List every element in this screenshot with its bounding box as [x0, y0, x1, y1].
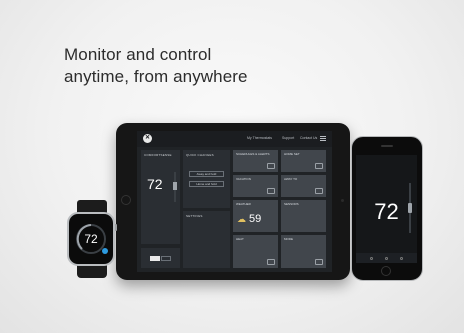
quick-changes-panel: QUICK CHANGES Away and hold Home and hol…: [183, 150, 230, 208]
phone-home-button: [381, 266, 391, 276]
key-icon: [315, 188, 323, 194]
away-and-hold-button[interactable]: Away and hold: [189, 171, 224, 177]
weather-cloud-icon: ☁: [237, 214, 246, 224]
tile-sensors[interactable]: SENSORS: [281, 200, 326, 232]
mode-panel: [141, 248, 180, 268]
watch-screen: 72: [74, 220, 108, 258]
phone-tab-settings-icon[interactable]: [385, 257, 388, 260]
tile-weather[interactable]: WEATHER 59 ☁: [233, 200, 278, 232]
weather-temperature: 59: [249, 213, 262, 225]
tile-label: HEAT: [236, 237, 244, 241]
watch-temperature: 72: [84, 232, 98, 246]
phone-screen: 72: [356, 155, 417, 263]
headline-line-1: Monitor and control: [64, 45, 212, 64]
tablet-home-button: [121, 195, 131, 205]
mode-toggle-on[interactable]: [150, 256, 160, 261]
tile-label: VACATION: [236, 177, 251, 181]
nav-my-thermostats[interactable]: My Thermostats: [247, 136, 272, 140]
nav-contact-us[interactable]: Contact Us: [300, 136, 317, 140]
tile-label: WEATHER: [236, 202, 251, 206]
tile-away-to[interactable]: AWAY TO: [281, 175, 326, 197]
temperature-slider-handle[interactable]: [173, 182, 177, 190]
tablet-screen: ✕ My Thermostats Support Contact Us COMF…: [137, 131, 332, 272]
tile-schedules-alerts[interactable]: SCHEDULES & ALERTS: [233, 150, 278, 172]
alert-icon: [267, 163, 275, 169]
phone-temperature-slider[interactable]: [408, 183, 412, 233]
thermostat-panel-title: COMFORTSENSE: [144, 153, 172, 157]
phone-device: 72: [351, 136, 423, 281]
phone-tab-home-icon[interactable]: [370, 257, 373, 260]
tile-label: SENSORS: [284, 202, 299, 206]
tile-label: MODE: [284, 237, 293, 241]
tile-heat[interactable]: HEAT: [233, 235, 278, 268]
watch-adjust-button[interactable]: [102, 248, 108, 254]
watch-device: 72: [67, 212, 115, 266]
hamburger-menu-icon[interactable]: [320, 136, 326, 141]
fan-icon: [315, 259, 323, 265]
phone-slider-handle[interactable]: [408, 203, 412, 213]
tablet-camera: [341, 199, 344, 202]
phone-tab-more-icon[interactable]: [400, 257, 403, 260]
tile-mode[interactable]: MODE: [281, 235, 326, 268]
settings-panel[interactable]: SETTINGS: [183, 211, 230, 268]
tile-home-set[interactable]: HOME SET: [281, 150, 326, 172]
settings-title: SETTINGS: [186, 214, 203, 218]
tile-label: AWAY TO: [284, 177, 298, 181]
mode-toggle-off[interactable]: [161, 256, 171, 261]
app-logo-icon[interactable]: ✕: [143, 134, 152, 143]
temperature-slider[interactable]: [173, 172, 177, 202]
thermostat-panel[interactable]: COMFORTSENSE 72: [141, 150, 180, 244]
quick-changes-title: QUICK CHANGES: [186, 153, 214, 157]
mail-icon: [315, 163, 323, 169]
home-and-hold-button[interactable]: Home and hold: [189, 181, 224, 187]
app-top-bar: ✕ My Thermostats Support Contact Us: [137, 131, 332, 147]
tablet-current-temperature: 72: [147, 176, 163, 192]
tile-label: SCHEDULES & ALERTS: [236, 152, 270, 156]
marketing-canvas: Monitor and control anytime, from anywhe…: [0, 0, 464, 333]
tablet-device: ✕ My Thermostats Support Contact Us COMF…: [116, 123, 350, 280]
headline-line-2: anytime, from anywhere: [64, 67, 248, 86]
calendar-icon: [267, 188, 275, 194]
phone-speaker: [381, 145, 393, 147]
flame-icon: [267, 259, 275, 265]
tile-vacation[interactable]: VACATION: [233, 175, 278, 197]
phone-tab-bar: [356, 253, 417, 263]
tile-label: HOME SET: [284, 152, 300, 156]
headline: Monitor and control anytime, from anywhe…: [64, 44, 384, 88]
nav-support[interactable]: Support: [282, 136, 294, 140]
